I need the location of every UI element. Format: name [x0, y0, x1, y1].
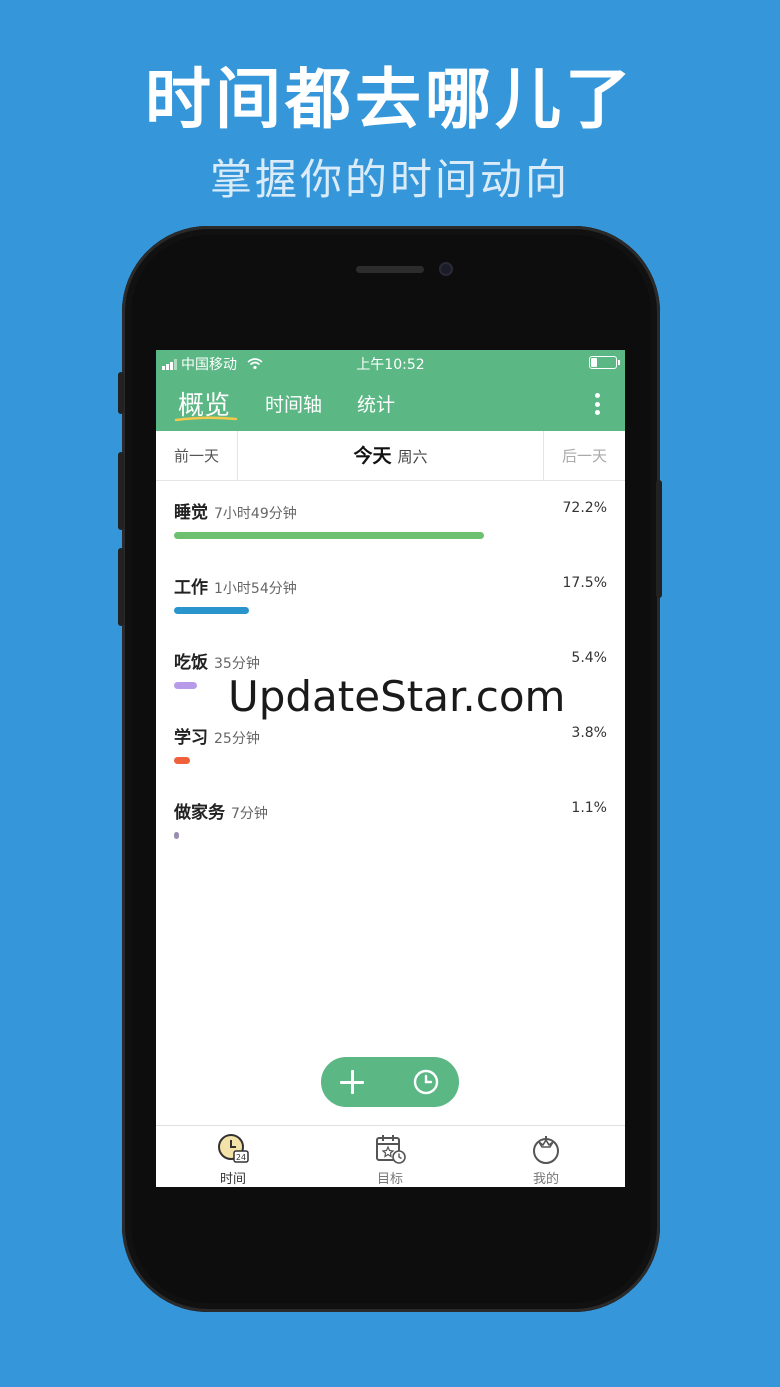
svg-text:24: 24 [236, 1153, 246, 1162]
activity-bar [174, 832, 179, 839]
clock-24-icon: 24 [218, 1134, 249, 1163]
activity-row[interactable]: 学习 25分钟 3.8% [174, 723, 607, 783]
activity-duration: 7小时49分钟 [214, 506, 297, 522]
floating-action-group [321, 1057, 459, 1107]
activity-bar [174, 682, 198, 689]
activity-percent: 3.8% [571, 725, 607, 741]
status-time: 上午10:52 [356, 357, 425, 373]
activity-name: 做家务 [174, 803, 225, 823]
activity-duration: 35分钟 [214, 656, 260, 672]
add-record-button[interactable] [339, 1069, 365, 1095]
bottom-tab-me[interactable]: 我的 [506, 1132, 586, 1187]
phone-camera [439, 262, 453, 276]
watermark-text: UpdateStar.com [228, 672, 566, 721]
phone-volume-down [118, 548, 124, 626]
activity-percent: 72.2% [562, 500, 607, 516]
phone-mute-switch [118, 372, 124, 414]
current-day-label[interactable]: 今天 周六 [238, 431, 543, 481]
promo-subline: 掌握你的时间动向 [209, 155, 570, 204]
bottom-tab-goals-label: 目标 [376, 1172, 403, 1187]
activity-name: 吃饭 [174, 653, 208, 673]
status-bar: 中国移动 上午10:52 [156, 350, 625, 376]
calendar-star-icon [376, 1135, 406, 1164]
app-screen: 中国移动 上午10:52 概览 时间轴 统计 前一天 今天 周六 后一天 睡觉 7小… [156, 350, 625, 1187]
bottom-tab-time[interactable]: 24 时间 [193, 1132, 273, 1187]
start-timer-button[interactable] [413, 1069, 439, 1095]
tab-active-underline [174, 416, 238, 422]
tomato-icon [533, 1136, 559, 1164]
activity-bar [174, 607, 250, 614]
tab-timeline[interactable]: 时间轴 [265, 390, 322, 417]
phone-volume-up [118, 452, 124, 530]
activity-percent: 1.1% [571, 800, 607, 816]
activity-row[interactable]: 工作 1小时54分钟 17.5% [174, 573, 607, 633]
bottom-tab-time-label: 时间 [219, 1172, 246, 1187]
phone-power-button [656, 480, 662, 598]
activity-duration: 7分钟 [231, 806, 268, 822]
activity-name: 工作 [174, 578, 208, 598]
activity-percent: 5.4% [571, 650, 607, 666]
today-label: 今天 [353, 445, 392, 467]
prev-day-button[interactable]: 前一天 [156, 431, 238, 481]
bottom-tab-goals[interactable]: 目标 [350, 1132, 430, 1187]
activity-duration: 1小时54分钟 [214, 581, 297, 597]
more-menu-button[interactable] [587, 391, 607, 417]
activity-row[interactable]: 做家务 7分钟 1.1% [174, 798, 607, 858]
tab-stats[interactable]: 统计 [357, 390, 395, 417]
top-tab-bar: 概览 时间轴 统计 [156, 376, 625, 431]
battery-icon [589, 356, 620, 369]
next-day-button[interactable]: 后一天 [543, 431, 625, 481]
day-navigator: 前一天 今天 周六 后一天 [156, 431, 625, 481]
bottom-tab-bar: 24 时间 目标 我的 [156, 1125, 625, 1187]
weekday-label: 周六 [397, 448, 428, 466]
activity-row[interactable]: 睡觉 7小时49分钟 72.2% [174, 498, 607, 558]
activity-bar [174, 532, 485, 539]
promo-headline: 时间都去哪儿了 [145, 61, 635, 138]
bottom-tab-me-label: 我的 [532, 1172, 559, 1187]
phone-speaker [356, 266, 424, 273]
activity-duration: 25分钟 [214, 731, 260, 747]
activity-name: 学习 [174, 728, 208, 748]
activity-bar [174, 757, 191, 764]
activity-name: 睡觉 [174, 503, 208, 523]
activity-percent: 17.5% [562, 575, 607, 591]
